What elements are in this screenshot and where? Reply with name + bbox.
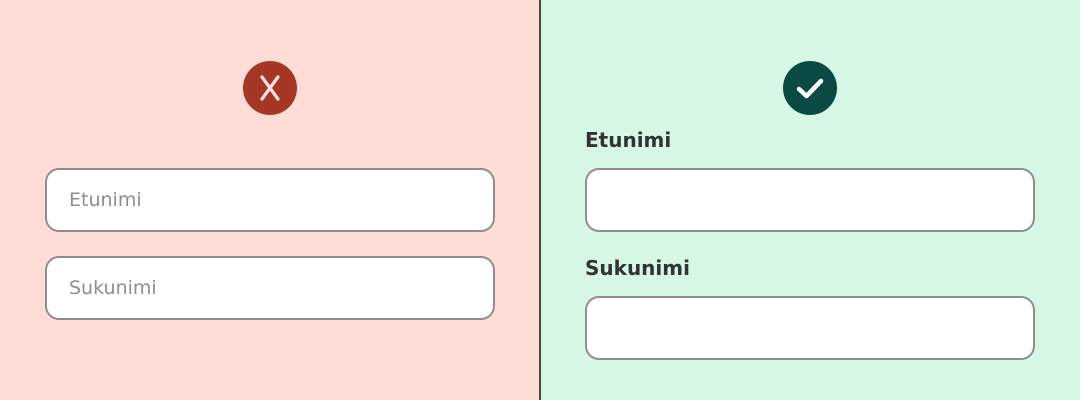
first-name-label: Etunimi	[585, 128, 672, 152]
first-name-input-placeholder-only[interactable]	[45, 168, 495, 232]
last-name-label: Sukunimi	[585, 256, 690, 280]
last-name-input-placeholder-only[interactable]	[45, 256, 495, 320]
comparison-illustration: Etunimi Sukunimi	[0, 0, 1080, 400]
last-name-input[interactable]	[585, 296, 1035, 360]
first-name-input[interactable]	[585, 168, 1035, 232]
x-icon	[243, 61, 297, 115]
good-example-panel: Etunimi Sukunimi	[541, 0, 1080, 400]
bad-example-panel	[0, 0, 540, 400]
check-icon	[783, 61, 837, 115]
